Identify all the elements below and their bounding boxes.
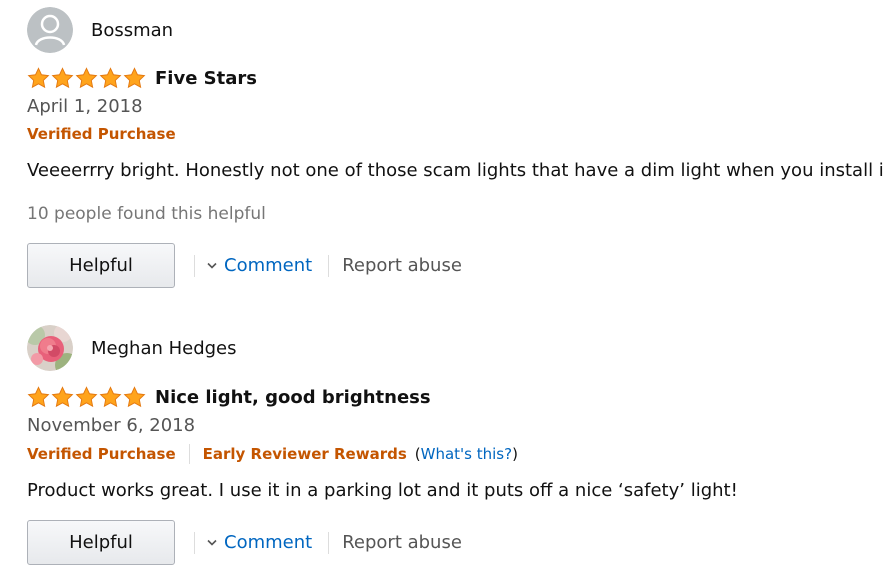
star-icon	[99, 67, 122, 89]
helpful-button[interactable]: Helpful	[27, 520, 175, 565]
review-body: Product works great. I use it in a parki…	[27, 480, 738, 501]
report-abuse-link[interactable]: Report abuse	[342, 532, 462, 553]
review-date: November 6, 2018	[27, 415, 196, 436]
reviewer-name[interactable]: Meghan Hedges	[91, 338, 237, 359]
flower-photo-avatar-icon	[27, 325, 73, 371]
star-icon	[75, 386, 98, 408]
star-icon	[123, 67, 146, 89]
divider	[328, 531, 330, 554]
comment-link[interactable]: Comment	[207, 532, 312, 553]
comment-link-label: Comment	[224, 532, 313, 553]
star-icon	[51, 386, 74, 408]
divider	[194, 531, 195, 554]
divider	[328, 254, 330, 277]
reviewer-profile[interactable]: Meghan Hedges	[27, 325, 237, 371]
avatar	[27, 325, 73, 371]
star-rating[interactable]	[27, 67, 146, 89]
star-icon	[123, 386, 146, 408]
star-icon	[99, 386, 122, 408]
early-reviewer-badge: Early Reviewer Rewards	[202, 445, 407, 463]
chevron-down-icon	[207, 539, 217, 546]
review-title-row: Nice light, good brightness	[27, 386, 431, 408]
review-badges: Verified Purchase Early Reviewer Rewards…	[27, 444, 518, 464]
review-actions: Helpful Comment Report abuse	[27, 243, 462, 288]
star-icon	[27, 386, 50, 408]
paren-close: )	[512, 445, 518, 463]
review-date: April 1, 2018	[27, 96, 143, 117]
helpful-button[interactable]: Helpful	[27, 243, 175, 288]
comment-link[interactable]: Comment	[207, 255, 312, 276]
divider	[188, 444, 190, 464]
review-title[interactable]: Five Stars	[155, 68, 257, 89]
star-icon	[51, 67, 74, 89]
whats-this-wrapper: (What's this?)	[415, 445, 518, 463]
helpful-button-label: Helpful	[69, 255, 133, 276]
star-icon	[75, 67, 98, 89]
review-badges: Verified Purchase	[27, 125, 176, 143]
review-body: Veeeerrry bright. Honestly not one of th…	[27, 160, 884, 181]
reviewer-profile[interactable]: Bossman	[27, 7, 173, 53]
helpful-button-label: Helpful	[69, 532, 133, 553]
review-actions: Helpful Comment Report abuse	[27, 520, 462, 565]
avatar	[27, 7, 73, 53]
whats-this-link[interactable]: What's this?	[421, 445, 512, 463]
star-icon	[27, 67, 50, 89]
default-avatar-icon	[27, 7, 73, 53]
review-title[interactable]: Nice light, good brightness	[155, 387, 431, 408]
verified-purchase-badge: Verified Purchase	[27, 125, 176, 143]
helpful-count: 10 people found this helpful	[27, 204, 266, 224]
comment-link-label: Comment	[224, 255, 313, 276]
star-rating[interactable]	[27, 386, 146, 408]
chevron-down-icon	[207, 262, 217, 269]
report-abuse-link[interactable]: Report abuse	[342, 255, 462, 276]
reviewer-name[interactable]: Bossman	[91, 20, 173, 41]
review-title-row: Five Stars	[27, 67, 257, 89]
verified-purchase-badge: Verified Purchase	[27, 445, 176, 463]
divider	[194, 254, 195, 277]
